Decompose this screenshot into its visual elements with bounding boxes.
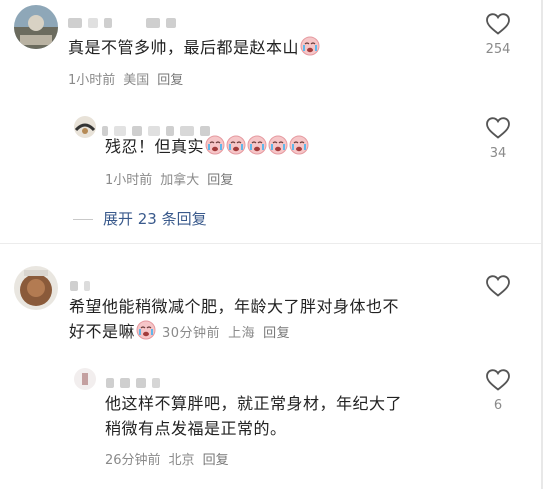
like-count: 34 bbox=[489, 146, 507, 161]
expand-replies-button[interactable]: 展开 23 条回复 bbox=[73, 208, 207, 229]
divider-line bbox=[73, 219, 93, 220]
reply-button[interactable]: 回复 bbox=[157, 73, 183, 88]
username-blurred[interactable] bbox=[68, 12, 182, 28]
location: 美国 bbox=[123, 73, 150, 88]
crying-face-emoji bbox=[289, 135, 309, 155]
heart-icon bbox=[486, 117, 510, 139]
reply-button[interactable]: 回复 bbox=[203, 453, 229, 468]
location: 加拿大 bbox=[160, 173, 200, 188]
comment-text: 希望他能稍微减个肥，年龄大了胖对身体也不 好不是嘛 30分钟前 上海 回复 bbox=[69, 294, 469, 346]
reply-button[interactable]: 回复 bbox=[207, 173, 233, 188]
reply-text-line: 他这样不算胖吧，就正常身材，年纪大了 bbox=[105, 394, 403, 413]
comment-2: 希望他能稍微减个肥，年龄大了胖对身体也不 好不是嘛 30分钟前 上海 回复 bbox=[0, 262, 543, 362]
location: 上海 bbox=[228, 326, 256, 341]
heart-icon bbox=[486, 13, 510, 35]
like-count: 6 bbox=[493, 398, 503, 413]
like-button[interactable]: 34 bbox=[478, 116, 518, 161]
reply-button[interactable]: 回复 bbox=[263, 326, 290, 341]
reply-meta: 26分钟前 北京 回复 bbox=[105, 449, 237, 468]
avatar[interactable] bbox=[14, 266, 58, 310]
timestamp: 1小时前 bbox=[68, 73, 116, 88]
username-blurred[interactable] bbox=[70, 275, 96, 291]
reply-text-line: 稍微有点发福是正常的。 bbox=[105, 419, 287, 438]
crying-face-emoji bbox=[226, 135, 246, 155]
comment-meta: 1小时前 美国 回复 bbox=[68, 69, 191, 88]
expand-replies-label: 展开 23 条回复 bbox=[103, 210, 207, 228]
location: 北京 bbox=[168, 453, 195, 468]
crying-face-emoji bbox=[136, 320, 156, 340]
timestamp: 26分钟前 bbox=[105, 453, 161, 468]
timestamp: 1小时前 bbox=[105, 173, 153, 188]
reply-meta: 1小时前 加拿大 回复 bbox=[105, 169, 241, 188]
heart-icon bbox=[486, 275, 510, 297]
reply-text: 他这样不算胖吧，就正常身材，年纪大了 稍微有点发福是正常的。 bbox=[105, 391, 465, 441]
reply-2: 他这样不算胖吧，就正常身材，年纪大了 稍微有点发福是正常的。 26分钟前 北京 回复… bbox=[0, 362, 543, 472]
crying-face-emoji bbox=[300, 36, 320, 56]
like-count: 254 bbox=[485, 42, 511, 57]
crying-face-emoji bbox=[268, 135, 288, 155]
divider bbox=[0, 243, 543, 244]
comment-meta: 30分钟前 上海 回复 bbox=[162, 326, 298, 341]
username-blurred[interactable] bbox=[106, 372, 166, 388]
timestamp: 30分钟前 bbox=[162, 326, 221, 341]
like-button[interactable] bbox=[478, 274, 518, 298]
like-button[interactable]: 6 bbox=[478, 368, 518, 413]
crying-face-emoji bbox=[247, 135, 267, 155]
like-button[interactable]: 254 bbox=[478, 12, 518, 57]
comment-text-line: 好不是嘛 30分钟前 上海 回复 bbox=[69, 319, 469, 346]
crying-face-emoji bbox=[205, 135, 225, 155]
avatar[interactable] bbox=[74, 368, 96, 390]
heart-icon bbox=[486, 369, 510, 391]
avatar[interactable] bbox=[14, 5, 58, 49]
username-blurred[interactable] bbox=[102, 120, 216, 136]
reply-1: 残忍！但真实 1小时前 加拿大 回复 34 bbox=[0, 110, 543, 200]
comment-1: 真是不管多帅，最后都是赵本山 1小时前 美国 回复 254 bbox=[0, 0, 543, 100]
avatar[interactable] bbox=[74, 116, 96, 138]
comment-text: 真是不管多帅，最后都是赵本山 bbox=[68, 35, 320, 60]
reply-text: 残忍！但真实 bbox=[105, 134, 309, 159]
comment-text-line: 希望他能稍微减个肥，年龄大了胖对身体也不 bbox=[69, 297, 400, 316]
